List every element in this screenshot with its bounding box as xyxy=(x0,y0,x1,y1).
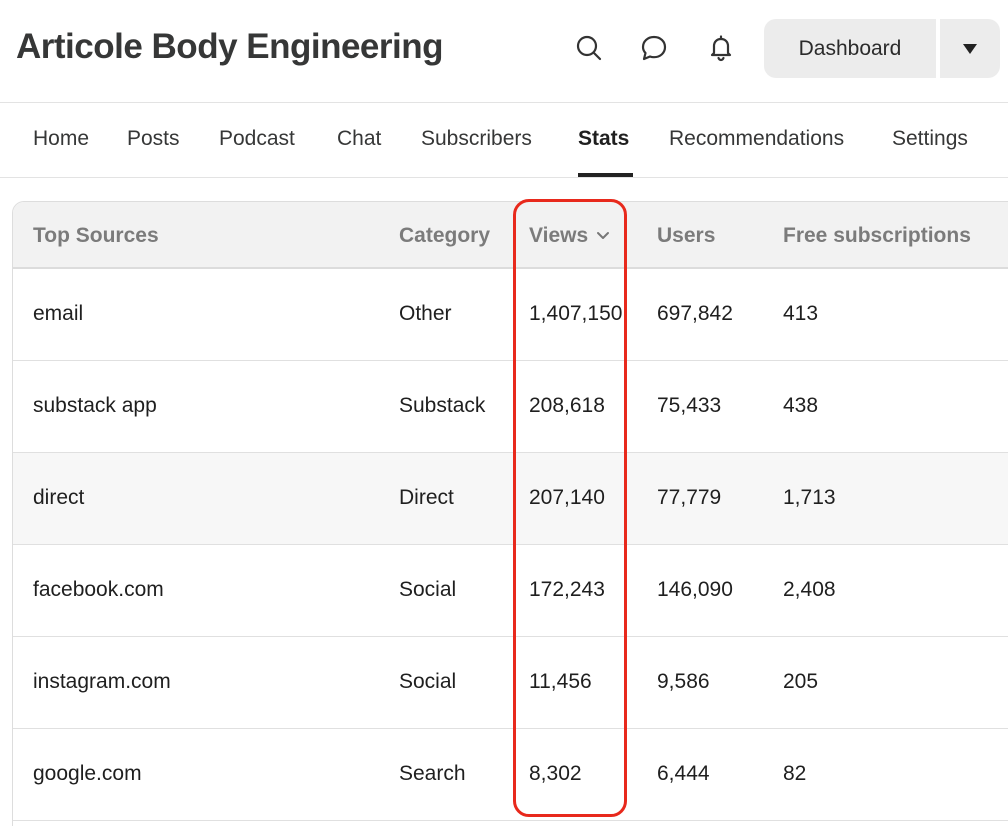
tab-subscribers[interactable]: Subscribers xyxy=(421,127,532,151)
cell-views: 11,456 xyxy=(529,670,592,693)
cell-free-subscriptions: 413 xyxy=(783,302,819,325)
site-title[interactable]: Articole Body Engineering xyxy=(16,27,444,67)
column-header-free-subscriptions[interactable]: Free subscriptions xyxy=(783,224,971,248)
caret-down-icon xyxy=(963,43,977,54)
cell-users: 9,586 xyxy=(657,670,710,693)
table-row[interactable]: email Other 1,407,150 697,842 413 xyxy=(13,269,1008,361)
chat-bubble-icon[interactable] xyxy=(639,32,669,64)
column-header-views[interactable]: Views xyxy=(529,224,610,248)
cell-views: 1,407,150 xyxy=(529,302,623,325)
cell-category: Other xyxy=(399,302,452,325)
top-sources-table: Top Sources Category Views Users Free su… xyxy=(12,201,1008,826)
dashboard-button[interactable]: Dashboard xyxy=(764,19,936,78)
cell-users: 6,444 xyxy=(657,762,710,785)
column-header-users[interactable]: Users xyxy=(657,224,715,248)
cell-views: 172,243 xyxy=(529,578,605,601)
table-header-row: Top Sources Category Views Users Free su… xyxy=(13,202,1008,269)
column-header-category[interactable]: Category xyxy=(399,224,490,248)
cell-category: Social xyxy=(399,578,457,601)
tab-recommendations[interactable]: Recommendations xyxy=(669,127,844,151)
cell-views: 208,618 xyxy=(529,394,605,417)
cell-source: substack app xyxy=(33,394,157,417)
cell-users: 75,433 xyxy=(657,394,722,417)
nav-tabs: Home Posts Podcast Chat Subscribers Stat… xyxy=(0,103,1008,178)
cell-source: google.com xyxy=(33,762,142,785)
cell-free-subscriptions: 82 xyxy=(783,762,807,785)
cell-category: Direct xyxy=(399,486,454,509)
cell-source: direct xyxy=(33,486,85,509)
cell-source: facebook.com xyxy=(33,578,164,601)
tab-chat[interactable]: Chat xyxy=(337,127,381,151)
cell-users: 146,090 xyxy=(657,578,733,601)
table-row[interactable]: facebook.com Social 172,243 146,090 2,40… xyxy=(13,545,1008,637)
sort-chevron-down-icon xyxy=(597,232,610,240)
column-header-top-sources[interactable]: Top Sources xyxy=(33,224,159,248)
cell-free-subscriptions: 1,713 xyxy=(783,486,836,509)
cell-free-subscriptions: 438 xyxy=(783,394,819,417)
cell-category: Social xyxy=(399,670,457,693)
cell-category: Search xyxy=(399,762,466,785)
cell-views: 8,302 xyxy=(529,762,582,785)
active-tab-indicator xyxy=(578,173,633,177)
cell-users: 77,779 xyxy=(657,486,722,509)
tab-settings[interactable]: Settings xyxy=(892,127,968,151)
bell-icon[interactable] xyxy=(706,32,736,64)
top-header: Articole Body Engineering Dashboard xyxy=(0,0,1008,103)
search-icon[interactable] xyxy=(574,32,604,64)
table-row[interactable]: instagram.com Social 11,456 9,586 205 xyxy=(13,637,1008,729)
cell-views: 207,140 xyxy=(529,486,605,509)
tab-posts[interactable]: Posts xyxy=(127,127,180,151)
cell-source: instagram.com xyxy=(33,670,171,693)
tab-podcast[interactable]: Podcast xyxy=(219,127,295,151)
cell-users: 697,842 xyxy=(657,302,733,325)
cell-free-subscriptions: 2,408 xyxy=(783,578,836,601)
cell-category: Substack xyxy=(399,394,486,417)
cell-source: email xyxy=(33,302,84,325)
cell-free-subscriptions: 205 xyxy=(783,670,819,693)
table-row[interactable]: substack app Substack 208,618 75,433 438 xyxy=(13,361,1008,453)
tab-stats[interactable]: Stats xyxy=(578,127,629,151)
table-row[interactable]: direct Direct 207,140 77,779 1,713 xyxy=(13,453,1008,545)
dashboard-dropdown-button[interactable] xyxy=(940,19,1000,78)
column-header-views-label: Views xyxy=(529,224,589,247)
table-row[interactable]: google.com Search 8,302 6,444 82 xyxy=(13,729,1008,821)
tab-home[interactable]: Home xyxy=(33,127,89,151)
